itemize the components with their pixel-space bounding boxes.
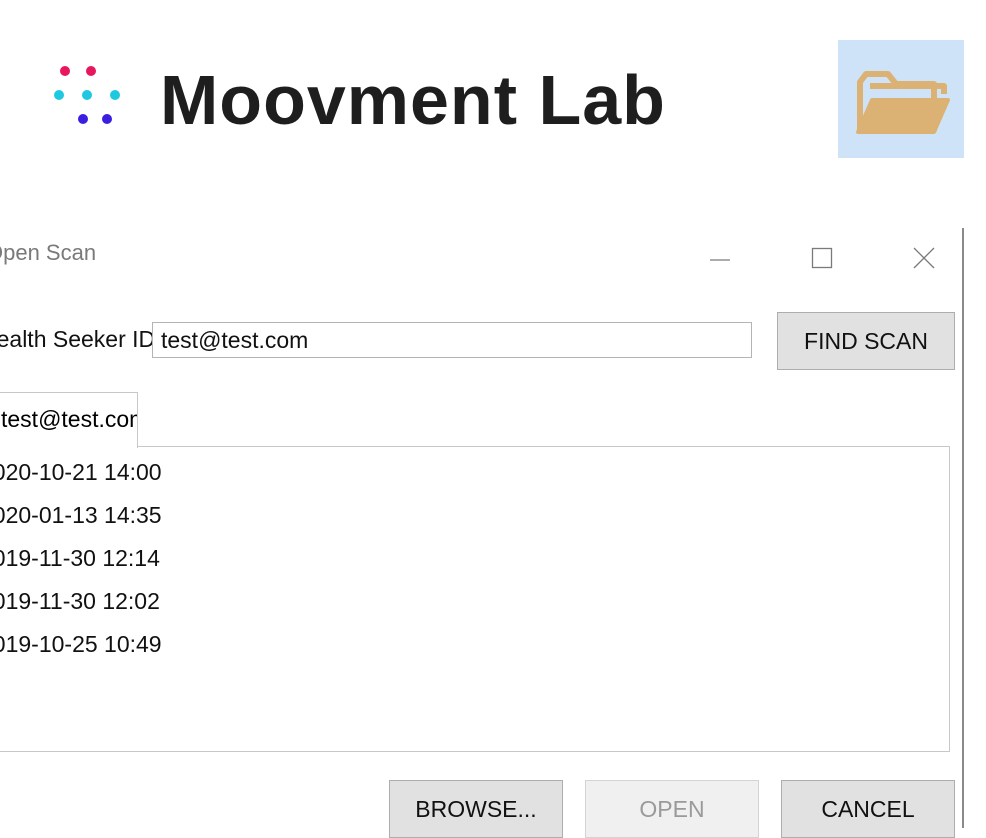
scan-list-item[interactable]: 2019-11-30 12:02 [0,588,160,615]
brand-logo-dots-icon [50,62,130,132]
logo-dot [60,66,70,76]
dialog-title: Open Scan [0,240,97,265]
cancel-button[interactable]: CANCEL [781,780,955,838]
dialog-border [962,228,964,828]
logo-dot [86,66,96,76]
health-seeker-id-label: Health Seeker ID [0,326,156,352]
scan-list-item[interactable]: 2019-10-25 10:49 [0,631,162,658]
folder-icon[interactable] [838,40,964,158]
tab-health-seeker[interactable]: test@test.com [0,392,138,448]
health-seeker-id-input[interactable] [152,322,752,358]
browse-button[interactable]: BROWSE... [389,780,563,838]
close-button[interactable] [904,238,944,278]
maximize-icon [811,247,833,269]
scan-list-item[interactable]: 2020-01-13 14:35 [0,502,162,529]
brand-title: Moovment Lab [160,61,666,139]
logo-dot [78,114,88,124]
logo-dot [82,90,92,100]
logo-dot [102,114,112,124]
open-button[interactable]: OPEN [585,780,759,838]
find-scan-button[interactable]: FIND SCAN [777,312,955,370]
logo-dot [110,90,120,100]
minimize-button[interactable] [700,238,740,278]
scan-list-item[interactable]: 2019-11-30 12:14 [0,545,160,572]
minimize-icon [710,259,730,261]
logo-dot [54,90,64,100]
scan-list-item[interactable]: 2020-10-21 14:00 [0,459,162,486]
maximize-button[interactable] [802,238,842,278]
close-icon [913,247,935,269]
